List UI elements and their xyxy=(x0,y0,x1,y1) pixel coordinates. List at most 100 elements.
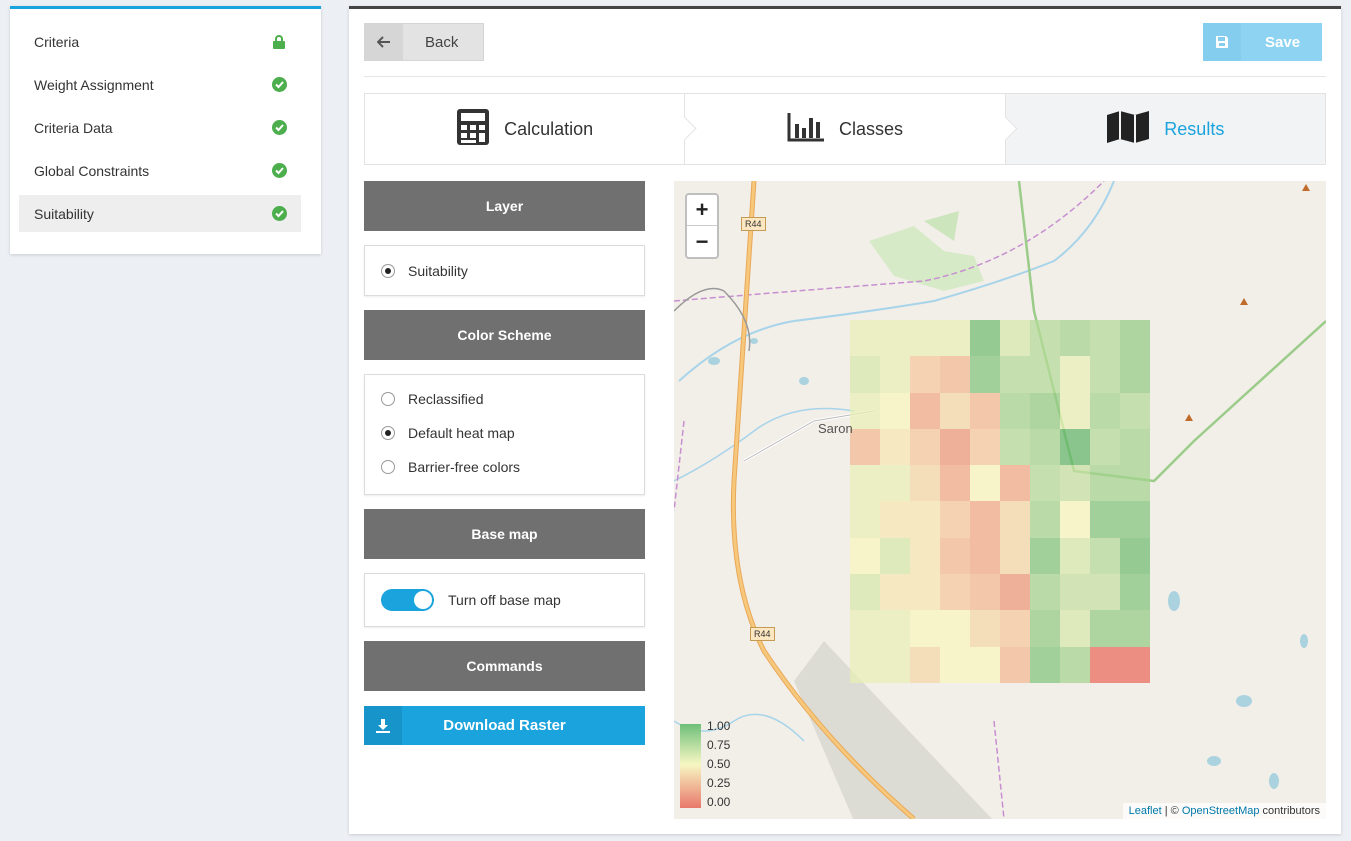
sidebar-item-label: Weight Assignment xyxy=(34,76,154,93)
raster-cell xyxy=(1090,574,1120,611)
raster-cell xyxy=(970,537,1000,575)
raster-cell xyxy=(1090,392,1120,429)
color-option-label: Barrier-free colors xyxy=(408,459,521,475)
raster-cell xyxy=(1000,574,1030,611)
raster-cell xyxy=(970,428,1000,466)
radio-button[interactable] xyxy=(381,426,395,440)
sidebar-item-weight-assignment[interactable]: Weight Assignment xyxy=(19,66,301,103)
sidebar-item-label: Suitability xyxy=(34,205,94,222)
raster-cell xyxy=(1000,392,1030,429)
raster-cell xyxy=(850,501,880,538)
raster-cell xyxy=(910,356,940,393)
raster-cell xyxy=(940,646,970,683)
save-button[interactable]: Save xyxy=(1203,23,1322,61)
raster-cell xyxy=(880,465,910,502)
base-map-box: Turn off base map xyxy=(364,573,645,627)
base-map-toggle-label: Turn off base map xyxy=(448,592,561,608)
raster-cell xyxy=(850,646,880,683)
download-icon xyxy=(364,706,402,745)
raster-cell xyxy=(850,320,880,357)
sidebar-item-label: Criteria xyxy=(34,33,80,50)
legend-gradient xyxy=(680,724,701,808)
raster-cell xyxy=(1120,574,1150,611)
floppy-disk-icon xyxy=(1203,23,1241,61)
openstreetmap-link[interactable]: OpenStreetMap xyxy=(1182,805,1260,817)
wizard-sidebar: Criteria Weight Assignment Criteria Data Gl… xyxy=(10,6,321,254)
legend-ticks: 1.00 0.75 0.50 0.25 0.00 xyxy=(707,719,730,809)
raster-cell xyxy=(970,501,1000,538)
radio-button[interactable] xyxy=(381,392,395,406)
raster-cell xyxy=(1090,610,1120,647)
raster-cell xyxy=(1090,428,1120,466)
raster-cell xyxy=(910,320,940,357)
divider xyxy=(364,76,1326,77)
raster-cell xyxy=(910,428,940,466)
check-circle-icon xyxy=(271,120,287,136)
raster-cell xyxy=(880,537,910,575)
legend-tick-label: 1.00 xyxy=(707,719,731,733)
raster-cell xyxy=(940,537,970,575)
raster-cell xyxy=(970,320,1000,357)
sidebar-item-suitability[interactable]: Suitability xyxy=(19,195,301,232)
sidebar-item-global-constraints[interactable]: Global Constraints xyxy=(19,152,301,189)
radio-button[interactable] xyxy=(381,460,395,474)
raster-cell xyxy=(910,646,940,683)
raster-cell xyxy=(850,428,880,466)
base-map-toggle[interactable] xyxy=(381,589,434,611)
raster-cell xyxy=(850,537,880,575)
suitability-raster xyxy=(850,320,1150,683)
raster-cell xyxy=(910,610,940,647)
raster-cell xyxy=(970,356,1000,393)
raster-cell xyxy=(1120,428,1150,466)
raster-cell xyxy=(1120,610,1150,647)
sidebar-item-criteria[interactable]: Criteria xyxy=(19,23,301,60)
raster-cell xyxy=(1120,392,1150,429)
raster-cell xyxy=(880,356,910,393)
raster-cell xyxy=(1000,501,1030,538)
zoom-out-button[interactable]: − xyxy=(687,226,717,257)
raster-cell xyxy=(1030,392,1060,429)
layer-option-label: Suitability xyxy=(408,263,468,279)
raster-cell xyxy=(970,574,1000,611)
raster-cell xyxy=(970,610,1000,647)
step-classes[interactable]: Classes xyxy=(685,94,1018,164)
raster-cell xyxy=(910,501,940,538)
color-scheme-header: Color Scheme xyxy=(364,310,645,360)
sidebar-item-criteria-data[interactable]: Criteria Data xyxy=(19,109,301,146)
attribution-separator: | © xyxy=(1161,805,1182,817)
leaflet-link[interactable]: Leaflet xyxy=(1129,805,1162,817)
raster-cell xyxy=(1000,537,1030,575)
raster-cell xyxy=(940,574,970,611)
raster-cell xyxy=(1060,392,1090,429)
raster-cell xyxy=(1060,428,1090,466)
sidebar-item-label: Criteria Data xyxy=(34,119,113,136)
raster-cell xyxy=(1030,574,1060,611)
raster-cell xyxy=(1120,465,1150,502)
download-raster-button[interactable]: Download Raster xyxy=(364,706,645,745)
raster-cell xyxy=(1030,537,1060,575)
raster-cell xyxy=(1090,646,1120,683)
back-button[interactable]: Back xyxy=(364,23,484,61)
raster-cell xyxy=(970,646,1000,683)
results-map[interactable]: R44 R44 Saron + − 1.00 0.75 0.50 0.25 0.00 L… xyxy=(674,181,1326,819)
raster-cell xyxy=(940,501,970,538)
raster-cell xyxy=(880,392,910,429)
raster-cell xyxy=(940,610,970,647)
color-option-default-heat-map[interactable]: Default heat map xyxy=(365,416,644,450)
raster-cell xyxy=(880,501,910,538)
color-option-barrier-free-colors[interactable]: Barrier-free colors xyxy=(365,450,644,484)
color-option-reclassified[interactable]: Reclassified xyxy=(365,382,644,416)
raster-cell xyxy=(1000,610,1030,647)
raster-cell xyxy=(880,574,910,611)
radio-button[interactable] xyxy=(381,264,395,278)
raster-cell xyxy=(1090,465,1120,502)
step-calculation[interactable]: Calculation xyxy=(365,94,697,164)
lock-icon xyxy=(271,34,287,50)
raster-cell xyxy=(1060,537,1090,575)
step-results[interactable]: Results xyxy=(1005,94,1325,164)
zoom-in-button[interactable]: + xyxy=(687,195,717,226)
step-results-label: Results xyxy=(1164,118,1225,139)
raster-cell xyxy=(1060,574,1090,611)
step-navigation: Calculation Classes Results xyxy=(364,93,1326,165)
layer-option-suitability[interactable]: Suitability xyxy=(365,254,644,288)
